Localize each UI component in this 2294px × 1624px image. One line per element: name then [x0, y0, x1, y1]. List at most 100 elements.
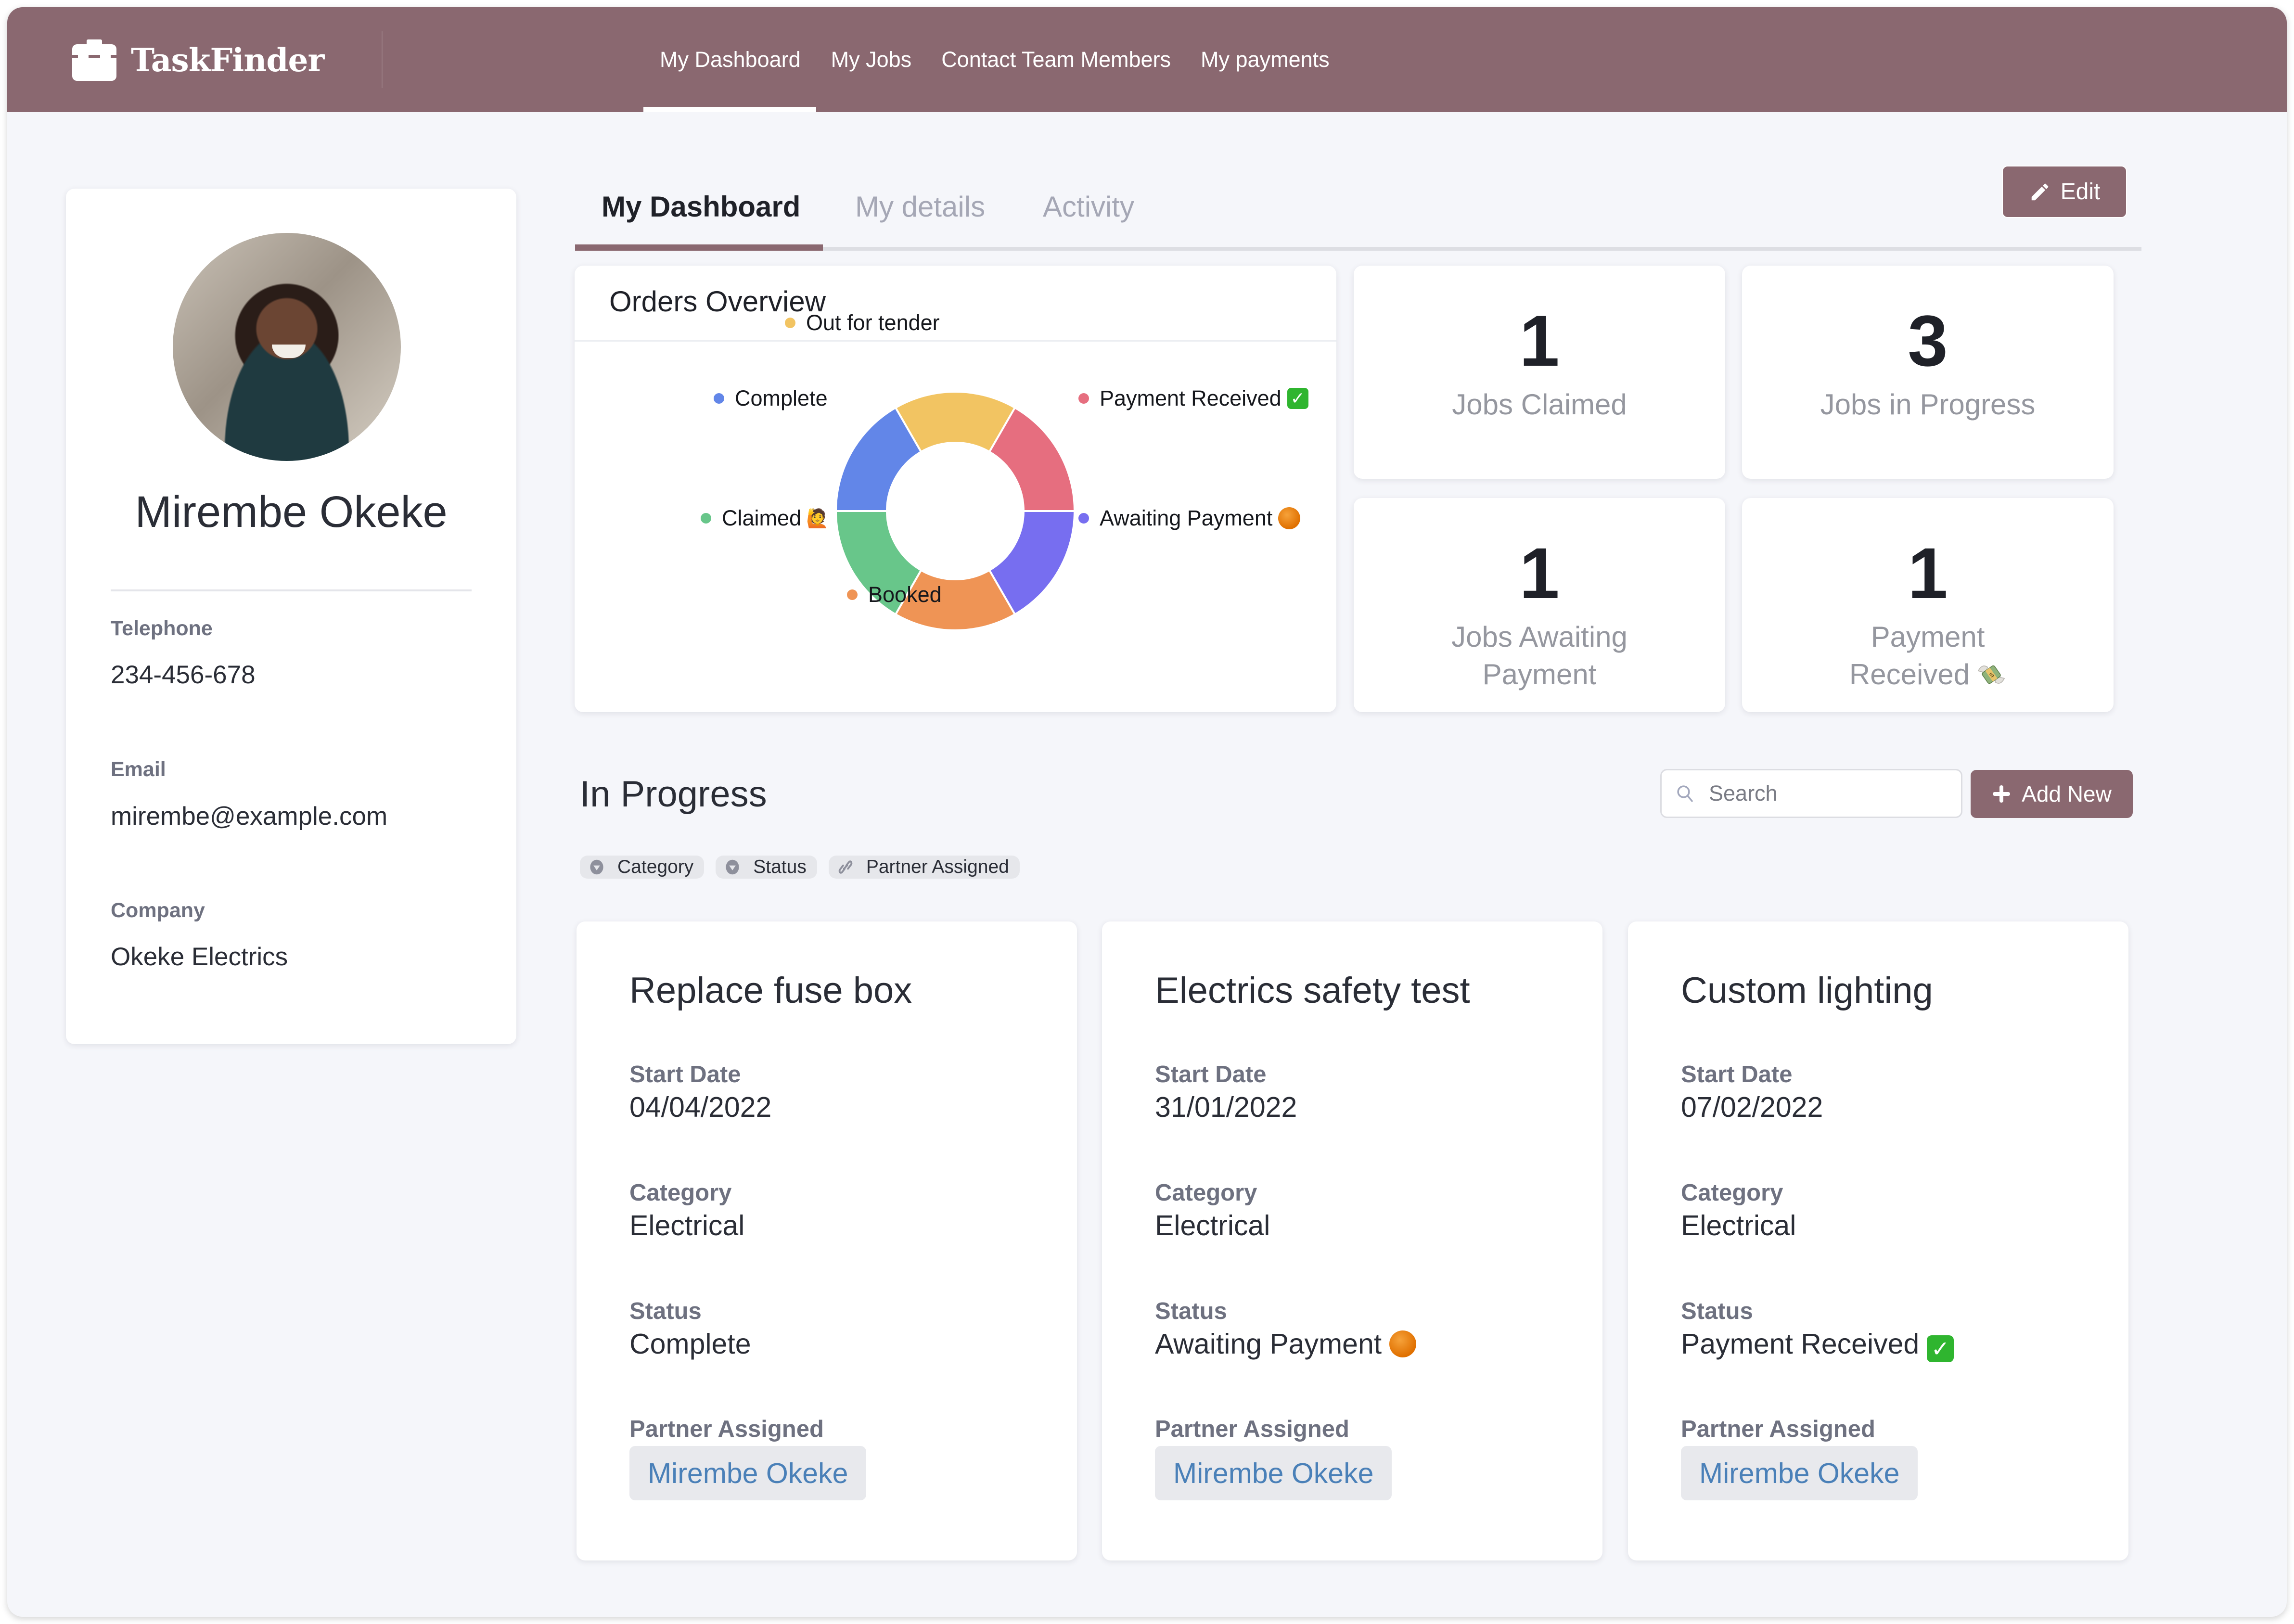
search-icon	[1677, 785, 1693, 802]
legend-claimed: Claimed 🙋	[701, 506, 829, 531]
plus-icon	[1993, 785, 2011, 803]
money-with-wings-icon: $	[1977, 665, 2005, 684]
check-mark-icon: ✓	[1287, 388, 1308, 409]
nav-my-dashboard[interactable]: My Dashboard	[643, 7, 816, 112]
legend-color-dot	[714, 393, 724, 404]
email-label: Email	[111, 758, 166, 781]
stat-label: Jobs Awaiting Payment	[1451, 621, 1628, 691]
filter-category[interactable]: Category	[580, 856, 705, 879]
partner-chip[interactable]: Mirembe Okeke	[1155, 1446, 1392, 1500]
active-tab-indicator	[575, 244, 823, 251]
legend-label: Awaiting Payment	[1100, 506, 1273, 530]
divider	[111, 589, 472, 591]
legend-complete: Complete	[714, 386, 828, 411]
legend-label: Out for tender	[806, 310, 940, 335]
partner-label: Partner Assigned	[629, 1416, 824, 1442]
stat-card-jobs-awaiting-payment[interactable]: 1 Jobs Awaiting Payment	[1354, 498, 1725, 712]
status-value: Complete	[629, 1328, 751, 1360]
category-value: Electrical	[1155, 1210, 1270, 1241]
app-window: TaskFinder My Dashboard My Jobs Contact …	[7, 7, 2287, 1617]
stat-label: Jobs Claimed	[1452, 388, 1627, 421]
stat-card-jobs-claimed[interactable]: 1 Jobs Claimed	[1354, 266, 1725, 479]
company-label: Company	[111, 899, 205, 922]
check-mark-icon: ✓	[1927, 1335, 1954, 1362]
nav-my-jobs[interactable]: My Jobs	[816, 7, 927, 112]
link-icon	[838, 860, 853, 874]
filter-status[interactable]: Status	[716, 856, 817, 879]
edit-label: Edit	[2060, 179, 2101, 205]
search-box[interactable]	[1660, 769, 1962, 818]
profile-card: Mirembe Okeke Telephone 234-456-678 Emai…	[66, 189, 516, 1044]
stat-card-payment-received[interactable]: 1 Payment Received $	[1742, 498, 2114, 712]
start-date-value: 07/02/2022	[1681, 1091, 1823, 1123]
job-card[interactable]: Replace fuse box Start Date 04/04/2022 C…	[577, 921, 1077, 1560]
filter-partner-assigned[interactable]: Partner Assigned	[828, 856, 1020, 879]
dropdown-circle-icon	[726, 859, 739, 875]
legend-out-for-tender: Out for tender	[785, 310, 940, 335]
tab-activity[interactable]: Activity	[1043, 190, 1134, 223]
brand-logo[interactable]: TaskFinder	[72, 36, 324, 84]
briefcase-icon	[72, 39, 116, 81]
job-title: Custom lighting	[1681, 970, 1933, 1011]
start-date-value: 04/04/2022	[629, 1091, 772, 1123]
telephone-label: Telephone	[111, 617, 213, 640]
tab-my-details[interactable]: My details	[855, 190, 985, 223]
status-text: Complete	[629, 1328, 751, 1360]
legend-payment-received: Payment Received ✓	[1078, 386, 1308, 411]
search-input[interactable]	[1708, 780, 1941, 806]
nav-my-payments[interactable]: My payments	[1186, 7, 1345, 112]
partner-label: Partner Assigned	[1681, 1416, 1875, 1442]
legend-label: Complete	[735, 386, 828, 410]
filter-label: Category	[617, 857, 694, 877]
partner-label: Partner Assigned	[1155, 1416, 1349, 1442]
add-new-button[interactable]: Add New	[1971, 770, 2133, 818]
status-text: Awaiting Payment	[1155, 1328, 1382, 1360]
filter-label: Partner Assigned	[866, 857, 1009, 877]
tab-my-dashboard[interactable]: My Dashboard	[602, 190, 800, 223]
stat-value: 3	[1908, 300, 1948, 381]
category-label: Category	[1155, 1180, 1257, 1206]
main-nav: My Dashboard My Jobs Contact Team Member…	[643, 7, 1345, 112]
stat-value: 1	[1519, 300, 1560, 381]
nav-contact-team-members[interactable]: Contact Team Members	[926, 7, 1186, 112]
dropdown-circle-icon	[590, 859, 603, 875]
person-raising-hand-icon: 🙋	[806, 507, 829, 529]
pencil-icon	[2031, 183, 2048, 200]
category-label: Category	[1681, 1180, 1783, 1206]
legend-booked: Booked	[847, 582, 942, 607]
profile-name: Mirembe Okeke	[135, 487, 448, 537]
stat-label: Jobs in Progress	[1820, 388, 2036, 421]
stat-label: Payment Received $	[1838, 618, 2017, 693]
legend-color-dot	[701, 513, 711, 524]
stat-card-jobs-in-progress[interactable]: 3 Jobs in Progress	[1742, 266, 2114, 479]
top-navbar: TaskFinder My Dashboard My Jobs Contact …	[7, 7, 2287, 112]
job-title: Electrics safety test	[1155, 970, 1470, 1011]
job-card[interactable]: Custom lighting Start Date 07/02/2022 Ca…	[1628, 921, 2128, 1560]
job-card[interactable]: Electrics safety test Start Date 31/01/2…	[1102, 921, 1602, 1560]
stat-value: 1	[1519, 533, 1560, 614]
stat-label-text: Payment Received	[1849, 621, 1985, 691]
category-value: Electrical	[629, 1210, 745, 1241]
edit-button[interactable]: Edit	[2002, 166, 2127, 218]
status-value: Payment Received ✓	[1681, 1328, 1954, 1362]
filter-chips: Category Status Partner Assigned	[580, 856, 1020, 879]
add-new-label: Add New	[2022, 781, 2112, 806]
stat-value: 1	[1908, 533, 1948, 614]
legend-label: Booked	[868, 582, 942, 607]
company-value: Okeke Electrics	[111, 943, 288, 971]
brand-name: TaskFinder	[131, 41, 324, 79]
orange-circle-icon	[1389, 1330, 1417, 1357]
status-label: Status	[629, 1298, 702, 1324]
email-value[interactable]: mirembe@example.com	[111, 802, 387, 831]
legend-color-dot	[1078, 393, 1089, 404]
partner-chip[interactable]: Mirembe Okeke	[1681, 1446, 1918, 1500]
start-date-label: Start Date	[1155, 1061, 1267, 1087]
legend-label: Payment Received	[1100, 386, 1282, 410]
legend-awaiting-payment: Awaiting Payment	[1078, 506, 1301, 531]
status-text: Payment Received	[1681, 1328, 1920, 1360]
legend-color-dot	[847, 589, 858, 600]
partner-chip[interactable]: Mirembe Okeke	[629, 1446, 867, 1500]
category-label: Category	[629, 1180, 732, 1206]
legend-color-dot	[785, 318, 795, 328]
start-date-label: Start Date	[1681, 1061, 1793, 1087]
